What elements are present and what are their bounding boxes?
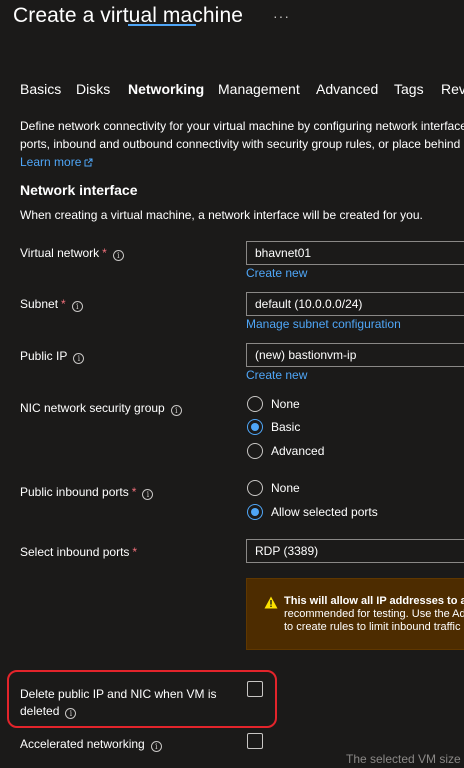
inbound-ports-select[interactable]: RDP (3389) [246, 539, 464, 563]
warning-banner: This will allow all IP addresses to ac r… [246, 578, 464, 650]
radio-button-selected[interactable] [247, 419, 263, 435]
info-icon[interactable]: i [170, 405, 182, 416]
tab-tags[interactable]: Tags [394, 81, 424, 97]
radio-button-selected[interactable] [247, 504, 263, 520]
public-ip-label: Public IP i [20, 349, 85, 364]
select-inbound-label: Select inbound ports * [20, 545, 138, 559]
info-icon[interactable]: i [112, 250, 124, 261]
manage-subnet-link[interactable]: Manage subnet configuration [246, 317, 401, 331]
warning-line-3: to create rules to limit inbound traffic [284, 621, 461, 633]
radio-button[interactable] [247, 443, 263, 459]
public-ip-select[interactable]: (new) bastionvm-ip [246, 343, 464, 367]
section-heading: Network interface [20, 182, 138, 198]
nsg-option-none[interactable]: None [247, 395, 300, 413]
warning-icon [264, 596, 278, 609]
inbound-option-none[interactable]: None [247, 479, 300, 497]
required-marker: * [61, 297, 66, 311]
info-icon[interactable]: i [71, 301, 83, 312]
learn-more-link[interactable]: Learn more [20, 155, 81, 169]
virtual-network-label: Virtual network * i [20, 246, 124, 261]
accelerated-networking-checkbox[interactable] [247, 733, 263, 749]
create-new-vnet-link[interactable]: Create new [246, 266, 307, 280]
required-marker: * [131, 485, 137, 499]
radio-button[interactable] [247, 480, 263, 496]
subnet-label: Subnet * i [20, 297, 83, 312]
tab-review[interactable]: Revi [441, 81, 464, 97]
nsg-option-basic[interactable]: Basic [247, 418, 300, 436]
page-description: Define network connectivity for your vir… [20, 117, 464, 171]
info-icon[interactable]: i [150, 741, 162, 752]
external-link-icon [84, 158, 93, 167]
active-tab-indicator [128, 24, 196, 26]
nsg-option-advanced[interactable]: Advanced [247, 442, 324, 460]
warning-line-2: recommended for testing. Use the Ad [284, 608, 464, 620]
section-subtext: When creating a virtual machine, a netwo… [20, 208, 423, 222]
description-line-2: ports, inbound and outbound connectivity… [20, 137, 464, 151]
nic-nsg-label: NIC network security group i [20, 401, 182, 416]
subnet-select[interactable]: default (10.0.0.0/24) [246, 292, 464, 316]
tab-management[interactable]: Management [218, 81, 300, 97]
description-line-1: Define network connectivity for your vir… [20, 119, 464, 133]
inbound-option-allow-selected[interactable]: Allow selected ports [247, 503, 378, 521]
create-new-ip-link[interactable]: Create new [246, 368, 307, 382]
tab-networking[interactable]: Networking [128, 81, 204, 97]
tab-disks[interactable]: Disks [76, 81, 110, 97]
highlight-annotation [7, 670, 277, 728]
warning-line-1: This will allow all IP addresses to ac [284, 595, 464, 607]
vm-size-note: The selected VM size d [346, 752, 464, 766]
info-icon[interactable]: i [142, 489, 154, 500]
public-inbound-label: Public inbound ports * i [20, 485, 154, 500]
more-icon[interactable]: ··· [273, 8, 290, 24]
required-marker: * [132, 545, 138, 559]
accelerated-networking-label: Accelerated networking i [20, 737, 162, 752]
required-marker: * [102, 246, 107, 260]
info-icon[interactable]: i [73, 353, 85, 364]
radio-button[interactable] [247, 396, 263, 412]
virtual-network-select[interactable]: bhavnet01 [246, 241, 464, 265]
tab-basics[interactable]: Basics [20, 81, 61, 97]
warning-text: This will allow all IP addresses to ac r… [284, 595, 464, 634]
tab-advanced[interactable]: Advanced [316, 81, 378, 97]
